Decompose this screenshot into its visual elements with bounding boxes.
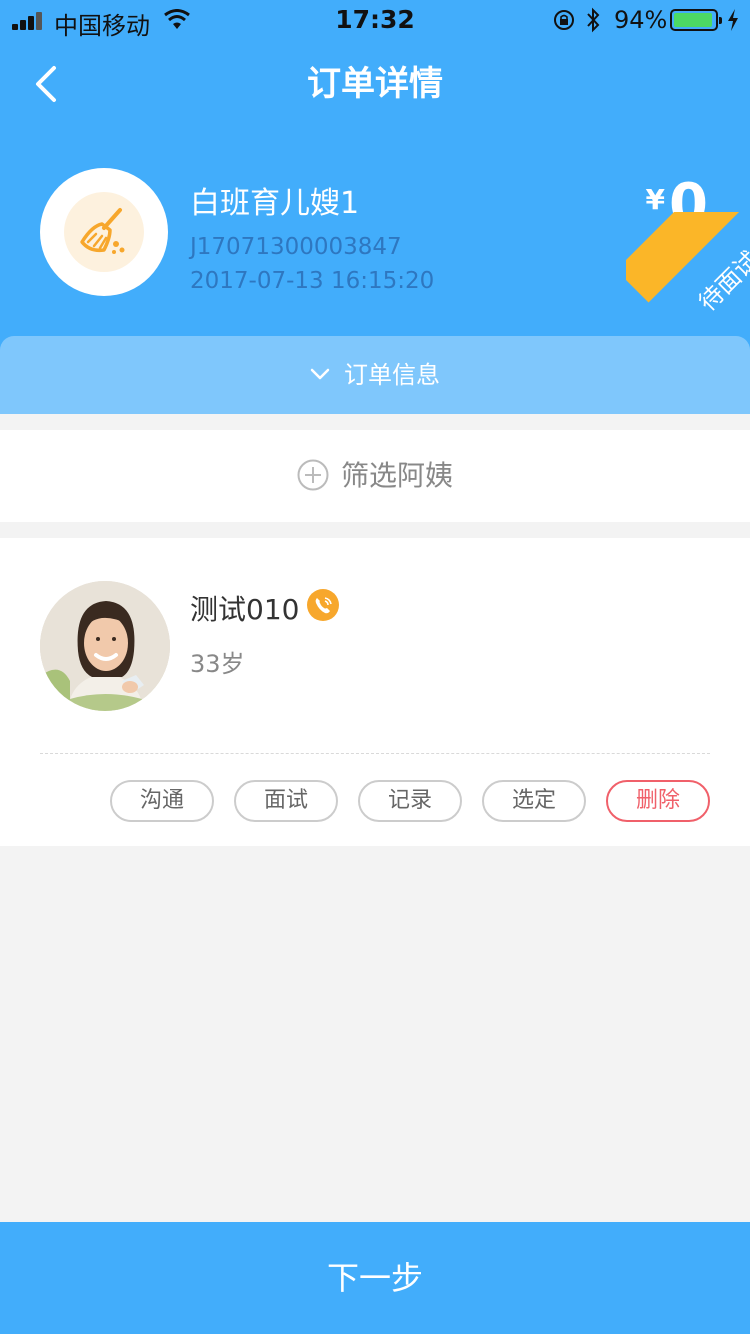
rotation-lock-icon bbox=[554, 10, 574, 30]
order-number: J17071300003847 bbox=[190, 234, 402, 260]
bluetooth-icon bbox=[587, 7, 600, 33]
phone-icon[interactable] bbox=[307, 589, 339, 621]
status-ribbon: 待面试 bbox=[626, 212, 750, 336]
candidate-name: 测试010 bbox=[190, 593, 300, 626]
service-icon-background bbox=[64, 192, 144, 272]
candidate-age: 33岁 bbox=[190, 650, 245, 678]
candidate-actions: 沟通 面试 记录 选定 删除 bbox=[110, 780, 710, 822]
page-title: 订单详情 bbox=[307, 64, 443, 104]
communicate-button[interactable]: 沟通 bbox=[110, 780, 214, 822]
battery-percentage: 94% bbox=[614, 6, 668, 34]
broom-icon bbox=[80, 208, 125, 254]
select-button[interactable]: 选定 bbox=[482, 780, 586, 822]
next-step-button[interactable]: 下一步 bbox=[0, 1222, 750, 1334]
charging-icon bbox=[728, 9, 738, 31]
plus-circle-icon bbox=[297, 459, 329, 491]
filter-nanny-button[interactable]: 筛选阿姨 bbox=[0, 430, 750, 522]
record-button[interactable]: 记录 bbox=[358, 780, 462, 822]
service-name: 白班育儿嫂1 bbox=[190, 186, 360, 221]
battery-level-fill bbox=[674, 13, 712, 27]
interview-button[interactable]: 面试 bbox=[234, 780, 338, 822]
delete-button[interactable]: 删除 bbox=[606, 780, 710, 822]
order-info-label: 订单信息 bbox=[344, 361, 440, 389]
order-info-toggle[interactable]: 订单信息 bbox=[0, 336, 750, 414]
filter-nanny-label: 筛选阿姨 bbox=[340, 459, 453, 492]
battery-icon bbox=[670, 9, 722, 31]
chevron-down-icon bbox=[310, 368, 330, 380]
candidate-card: 测试010 33岁 沟通 面试 记录 选定 删除 bbox=[0, 538, 750, 846]
card-divider bbox=[40, 753, 710, 754]
service-avatar bbox=[40, 168, 168, 296]
candidate-avatar bbox=[40, 581, 170, 711]
candidate-photo bbox=[40, 581, 170, 711]
order-created-time: 2017-07-13 16:15:20 bbox=[190, 268, 435, 294]
status-bar: 中国移动 17:32 94% bbox=[0, 0, 750, 40]
